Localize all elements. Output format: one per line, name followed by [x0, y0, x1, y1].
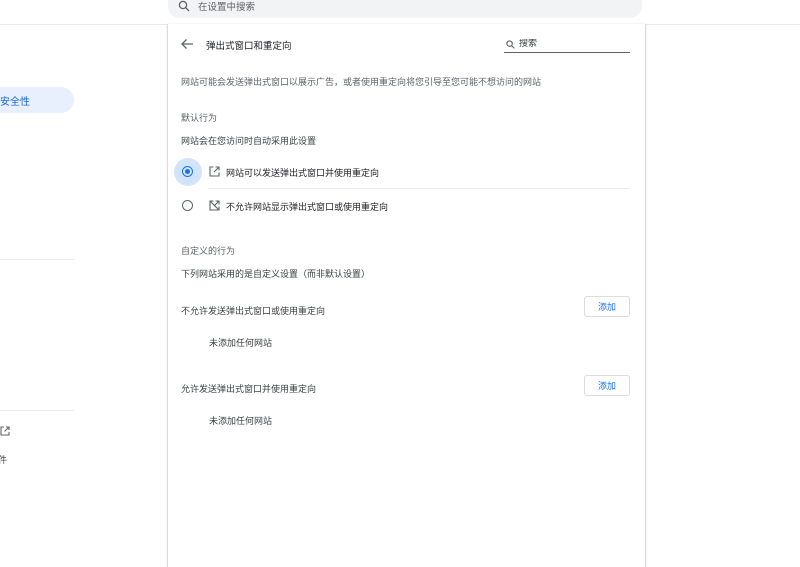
popup-blocked-icon [209, 200, 220, 211]
settings-search-placeholder[interactable]: 在设置中搜索 [198, 0, 255, 13]
sidebar-item-security[interactable]: 安全性 [0, 87, 74, 113]
open-in-new-icon [209, 166, 220, 177]
default-behavior-title: 默认行为 [181, 114, 218, 124]
blocked-empty-text: 未添加任何网站 [209, 339, 273, 349]
back-arrow-icon[interactable] [180, 38, 194, 50]
search-icon [178, 0, 190, 12]
default-behavior-subtitle: 网站会在您访问时自动采用此设置 [181, 137, 317, 147]
radio-label: 不允许网站显示弹出式窗口或使用重定向 [226, 203, 389, 213]
allowed-list-label: 允许发送弹出式窗口并使用重定向 [181, 385, 317, 395]
sidebar-item-label: 安全性 [0, 96, 30, 108]
blocked-list-label: 不允许发送弹出式窗口或使用重定向 [181, 307, 326, 317]
radio-button-selected[interactable] [182, 166, 193, 177]
radio-button-unselected[interactable] [182, 200, 193, 211]
subpage-search[interactable] [504, 36, 630, 53]
open-in-new-icon[interactable] [0, 426, 10, 436]
add-allowed-site-button[interactable]: 添加 [584, 375, 630, 396]
radio-block-popups[interactable]: 不允许网站显示弹出式窗口或使用重定向 [168, 189, 645, 223]
sidebar: 安全性 件 [0, 25, 80, 567]
allowed-empty-text: 未添加任何网站 [209, 417, 273, 427]
sidebar-divider [0, 259, 74, 260]
add-blocked-site-button[interactable]: 添加 [584, 296, 630, 317]
radio-allow-popups[interactable]: 网站可以发送弹出式窗口并使用重定向 [168, 155, 645, 189]
settings-search-box[interactable]: 在设置中搜索 [168, 0, 642, 18]
settings-card: 弹出式窗口和重定向 网站可能会发送弹出式窗口以展示广告，或者使用重定向将您引导至… [167, 24, 646, 567]
custom-behavior-title: 自定义的行为 [181, 247, 236, 257]
page-description: 网站可能会发送弹出式窗口以展示广告，或者使用重定向将您引导至您可能不想访问的网站 [181, 78, 542, 88]
custom-behavior-subtitle: 下列网站采用的是自定义设置（而非默认设置） [181, 270, 371, 280]
subpage-header: 弹出式窗口和重定向 [168, 24, 645, 64]
subpage-search-input[interactable] [519, 39, 619, 49]
page-title: 弹出式窗口和重定向 [206, 41, 292, 52]
sidebar-divider [0, 410, 74, 411]
sidebar-item-fragment[interactable]: 件 [0, 453, 7, 466]
radio-label: 网站可以发送弹出式窗口并使用重定向 [226, 169, 380, 179]
top-bar: 在设置中搜索 [0, 0, 800, 25]
search-icon [506, 39, 515, 49]
